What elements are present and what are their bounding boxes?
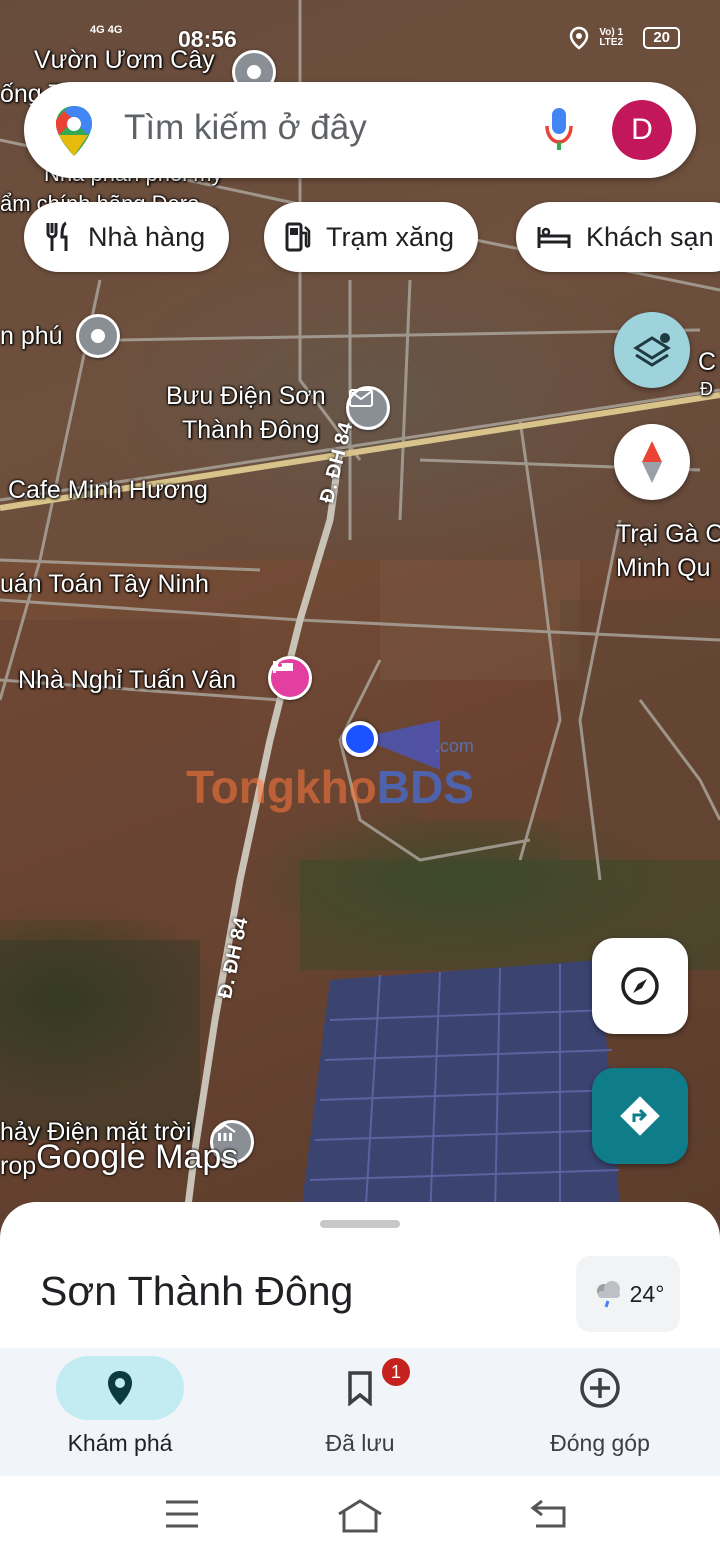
tab-label: Khám phá [67,1430,173,1456]
map-label[interactable]: C [698,346,716,379]
map-label[interactable]: Minh Qu [616,552,710,585]
compass-icon [642,441,662,483]
temperature: 24° [629,1280,665,1307]
directions-button[interactable] [592,1068,688,1164]
map-label[interactable]: Trại Gà C [616,518,720,551]
watermark-text: Tongkho [186,761,377,813]
directions-icon [620,1096,660,1136]
tab-icon-wrap [536,1356,664,1420]
map-label[interactable]: Đ [700,378,713,401]
search-bar[interactable]: Tìm kiếm ở đây D [24,82,696,178]
tab-label: Đóng góp [550,1430,650,1456]
location-icon [570,26,589,50]
watermark: TongkhoBDS .com [186,736,474,814]
signal-icon: 4G 4G [90,24,123,36]
current-location-dot [342,721,378,757]
saved-count-badge: 1 [380,1356,412,1388]
location-pin-icon [108,1371,132,1405]
tab-label: Đã lưu [325,1430,395,1456]
hotel-pin-icon[interactable] [268,656,312,700]
restaurant-icon [46,221,68,251]
gas-station-icon [285,222,311,252]
map-label[interactable]: Thành Đông [182,414,320,447]
hotel-icon [537,227,571,248]
map-pin[interactable] [76,314,120,358]
microphone-icon[interactable] [544,106,574,157]
weather-badge[interactable]: 24° [576,1256,680,1332]
map-label[interactable]: Nhà Nghỉ Tuấn Vân [18,664,236,697]
chip-label: Khách sạn [586,221,714,252]
chip-restaurant[interactable]: Nhà hàng [24,202,230,272]
avatar[interactable]: D [612,100,672,160]
status-bar: 4G 4G 08:56 Vo) 1 LTE2 20 [0,24,720,56]
layers-button[interactable] [614,312,690,388]
chip-label: Trạm xăng [326,221,455,252]
search-input[interactable]: Tìm kiếm ở đây [124,108,367,148]
google-maps-logo: Google Maps [36,1138,239,1176]
chip-hotel[interactable]: Khách sạn [516,202,720,272]
map-label[interactable]: uán Toán Tây Ninh [0,568,209,601]
tab-contribute[interactable]: Đóng góp [480,1348,720,1476]
map-view[interactable]: Vườn Ươm Cây ống T Nhà phân phối mỹ ẩm c… [0,0,720,1230]
add-circle-icon [580,1368,620,1408]
navigation-button[interactable] [592,938,688,1034]
status-time: 08:56 [178,26,237,52]
lte-indicator: Vo) 1 LTE2 [599,27,624,48]
compass-button[interactable] [614,424,690,500]
battery-icon: 20 [643,27,680,49]
map-label[interactable]: Cafe Minh Hương [8,474,208,507]
rain-cloud-icon [596,1281,620,1308]
bottom-navigation: Khám phá 1 Đã lưu Đóng góp [0,1348,720,1476]
watermark-text: .com [434,736,474,756]
sheet-drag-handle[interactable] [320,1220,400,1228]
system-navigation-bar [0,1476,720,1560]
layers-icon [633,333,671,367]
tab-explore[interactable]: Khám phá [0,1348,240,1476]
map-label[interactable]: rop [0,1150,36,1183]
watermark-text: BDS [376,761,474,813]
menu-icon[interactable] [164,1498,200,1535]
place-title: Sơn Thành Đông [40,1268,354,1314]
home-icon[interactable] [336,1498,384,1539]
compass-navigation-icon [621,967,659,1005]
map-label[interactable]: n phú [0,320,63,353]
place-sheet[interactable]: Sơn Thành Đông 24° [0,1202,720,1352]
tab-saved[interactable]: 1 Đã lưu [240,1348,480,1476]
chip-gas-station[interactable]: Trạm xăng [264,202,479,272]
tab-icon-wrap [56,1356,184,1420]
bookmark-icon [348,1371,372,1406]
google-maps-pin-icon [54,104,94,163]
map-label[interactable]: Bưu Điện Sơn [166,380,326,413]
chip-label: Nhà hàng [88,221,206,252]
back-icon[interactable] [530,1498,568,1535]
